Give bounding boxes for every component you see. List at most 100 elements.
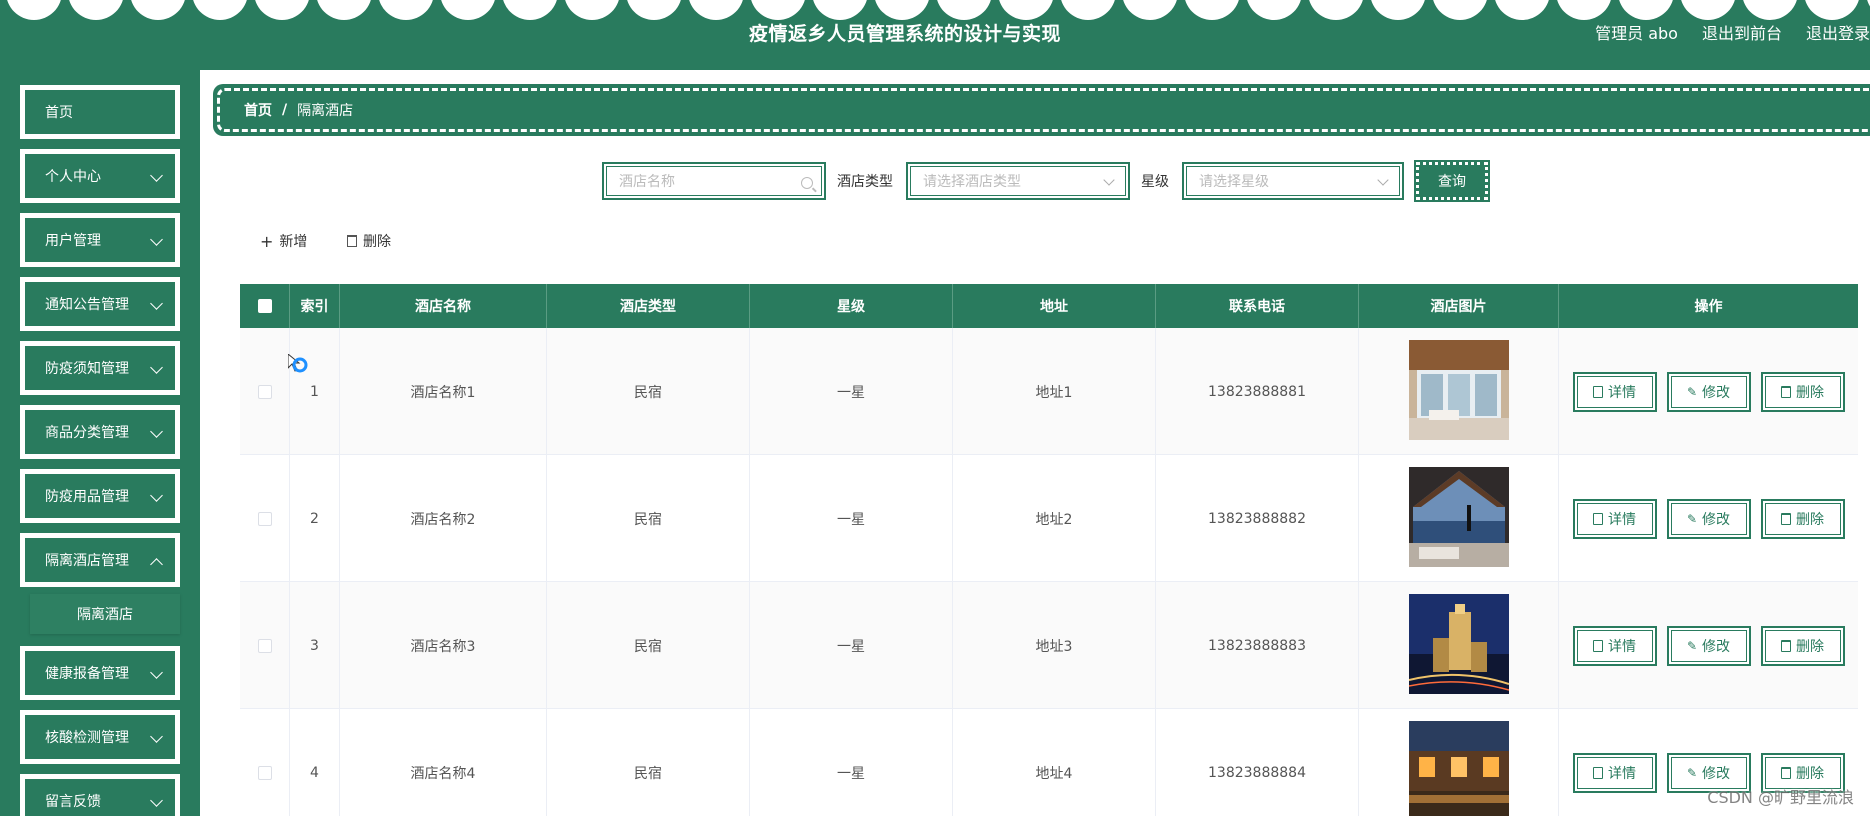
row-checkbox[interactable] [257,511,272,526]
edit-button-label: 修改 [1702,765,1731,782]
cell-hotel-type: 民宿 [547,709,750,816]
scallop-shape [254,0,310,20]
delete-button[interactable]: 删除 [1760,498,1845,539]
sidebar-item-label: 防疫须知管理 [45,361,129,377]
breadcrumb-home[interactable]: 首页 [244,100,272,120]
hotel-name-search-input[interactable]: 酒店名称 [602,162,826,200]
cell-hotel-image [1359,328,1559,455]
scallop-shape [1618,0,1674,20]
sidebar-subitem-quarantine-hotel[interactable]: 隔离酒店 [30,594,180,634]
chevron-down-icon [1377,174,1389,186]
sidebar-item-health-report-management[interactable]: 健康报备管理 [20,646,180,700]
scallop-shape [68,0,124,20]
sidebar-item-category-management[interactable]: 商品分类管理 [20,405,180,459]
sidebar-item-label: 留言反馈 [45,794,101,810]
scallop-shape [874,0,930,20]
batch-delete-button[interactable]: 删除 [347,231,391,251]
chevron-down-icon [1103,174,1115,186]
back-to-frontend-link[interactable]: 退出到前台 [1702,20,1782,44]
pencil-icon: ✎ [1686,765,1698,780]
chevron-down-icon [150,666,163,679]
cell-hotel-type: 民宿 [547,328,750,455]
document-icon [1593,512,1603,525]
header-select-all-cell [240,284,290,328]
column-header-index: 索引 [290,284,340,328]
select-all-checkbox[interactable] [257,299,272,313]
sidebar-item-notice-management[interactable]: 通知公告管理 [20,277,180,331]
query-button[interactable]: 查询 [1414,160,1490,202]
scallop-shape [688,0,744,20]
row-checkbox[interactable] [257,765,272,780]
edit-button[interactable]: ✎ 修改 [1666,625,1751,666]
admin-user-label[interactable]: 管理员 abo [1595,20,1678,44]
hotel-image[interactable] [1408,720,1509,816]
cell-hotel-image [1359,709,1559,816]
cell-hotel-name: 酒店名称2 [340,455,547,582]
sidebar-item-prevention-notice-management[interactable]: 防疫须知管理 [20,341,180,395]
column-header-hotel-type: 酒店类型 [547,284,750,328]
row-checkbox[interactable] [257,384,272,399]
row-checkbox[interactable] [257,638,272,653]
scallop-shape [192,0,248,20]
cell-phone: 13823888881 [1156,328,1359,455]
trash-icon [347,235,357,247]
app-title: 疫情返乡人员管理系统的设计与实现 [748,23,1061,45]
scallop-shape [1246,0,1302,20]
sidebar-item-label: 隔离酒店管理 [45,553,129,569]
sidebar-item-feedback[interactable]: 留言反馈 [20,774,180,816]
sidebar-item-label: 核酸检测管理 [45,730,129,746]
cell-hotel-name: 酒店名称3 [340,582,547,709]
detail-button[interactable]: 详情 [1572,752,1657,793]
sidebar-item-nucleic-test-management[interactable]: 核酸检测管理 [20,710,180,764]
table-row[interactable]: 1 酒店名称1 民宿 一星 地址1 13823888881 详情 ✎ 修改 删除 [240,328,1858,455]
hotel-type-label: 酒店类型 [837,174,893,190]
sidebar-item-supplies-management[interactable]: 防疫用品管理 [20,469,180,523]
scallop-shape [1494,0,1550,20]
cell-address: 地址1 [953,328,1156,455]
cell-operations: 详情 ✎ 修改 删除 [1559,582,1858,709]
delete-button-label: 删除 [1796,511,1824,528]
hotel-image[interactable] [1408,466,1509,571]
cell-phone: 13823888882 [1156,455,1359,582]
cell-hotel-name: 酒店名称1 [340,328,547,455]
plus-icon: + [260,231,274,251]
sidebar-item-user-management[interactable]: 用户管理 [20,213,180,267]
scallop-shape [316,0,372,20]
add-button[interactable]: + 新增 [260,231,307,251]
sidebar-item-quarantine-hotel-management[interactable]: 隔离酒店管理 [20,533,180,587]
cell-index: 4 [290,709,340,816]
delete-button[interactable]: 删除 [1760,371,1845,412]
sidebar-item-label: 首页 [45,105,73,121]
sidebar-item-home[interactable]: 首页 [20,85,180,139]
hotel-type-select[interactable]: 请选择酒店类型 [906,162,1130,200]
trash-icon [1781,766,1791,779]
logout-link[interactable]: 退出登录 [1806,20,1870,44]
delete-button[interactable]: 删除 [1760,625,1845,666]
cell-address: 地址2 [953,455,1156,582]
scallop-shape [812,0,868,20]
document-icon [1593,385,1603,398]
sidebar-item-personal-center[interactable]: 个人中心 [20,149,180,203]
hotel-image[interactable] [1408,593,1509,698]
detail-button[interactable]: 详情 [1572,625,1657,666]
edit-button-label: 修改 [1702,511,1731,528]
detail-button[interactable]: 详情 [1572,498,1657,539]
cell-select [240,455,290,582]
add-button-label: 新增 [279,234,308,250]
detail-button[interactable]: 详情 [1572,371,1657,412]
table-row[interactable]: 2 酒店名称2 民宿 一星 地址2 13823888882 详情 ✎ 修改 删除 [240,455,1858,582]
pencil-icon: ✎ [1686,384,1698,399]
hotel-image[interactable] [1408,339,1509,444]
delete-button-label: 删除 [1796,638,1824,655]
detail-button-label: 详情 [1608,384,1636,401]
edit-button[interactable]: ✎ 修改 [1666,371,1751,412]
cell-phone: 13823888884 [1156,709,1359,816]
edit-button[interactable]: ✎ 修改 [1666,498,1751,539]
cell-index: 3 [290,582,340,709]
table-row[interactable]: 4 酒店名称4 民宿 一星 地址4 13823888884 详情 ✎ 修改 删除 [240,709,1858,816]
sidebar-item-label: 通知公告管理 [45,297,129,313]
star-level-select[interactable]: 请选择星级 [1182,162,1404,200]
table-row[interactable]: 3 酒店名称3 民宿 一星 地址3 13823888883 详情 ✎ 修改 删除 [240,582,1858,709]
table-header: 索引 酒店名称 酒店类型 星级 地址 联系电话 酒店图片 操作 [240,284,1858,328]
column-header-hotel-image: 酒店图片 [1359,284,1559,328]
